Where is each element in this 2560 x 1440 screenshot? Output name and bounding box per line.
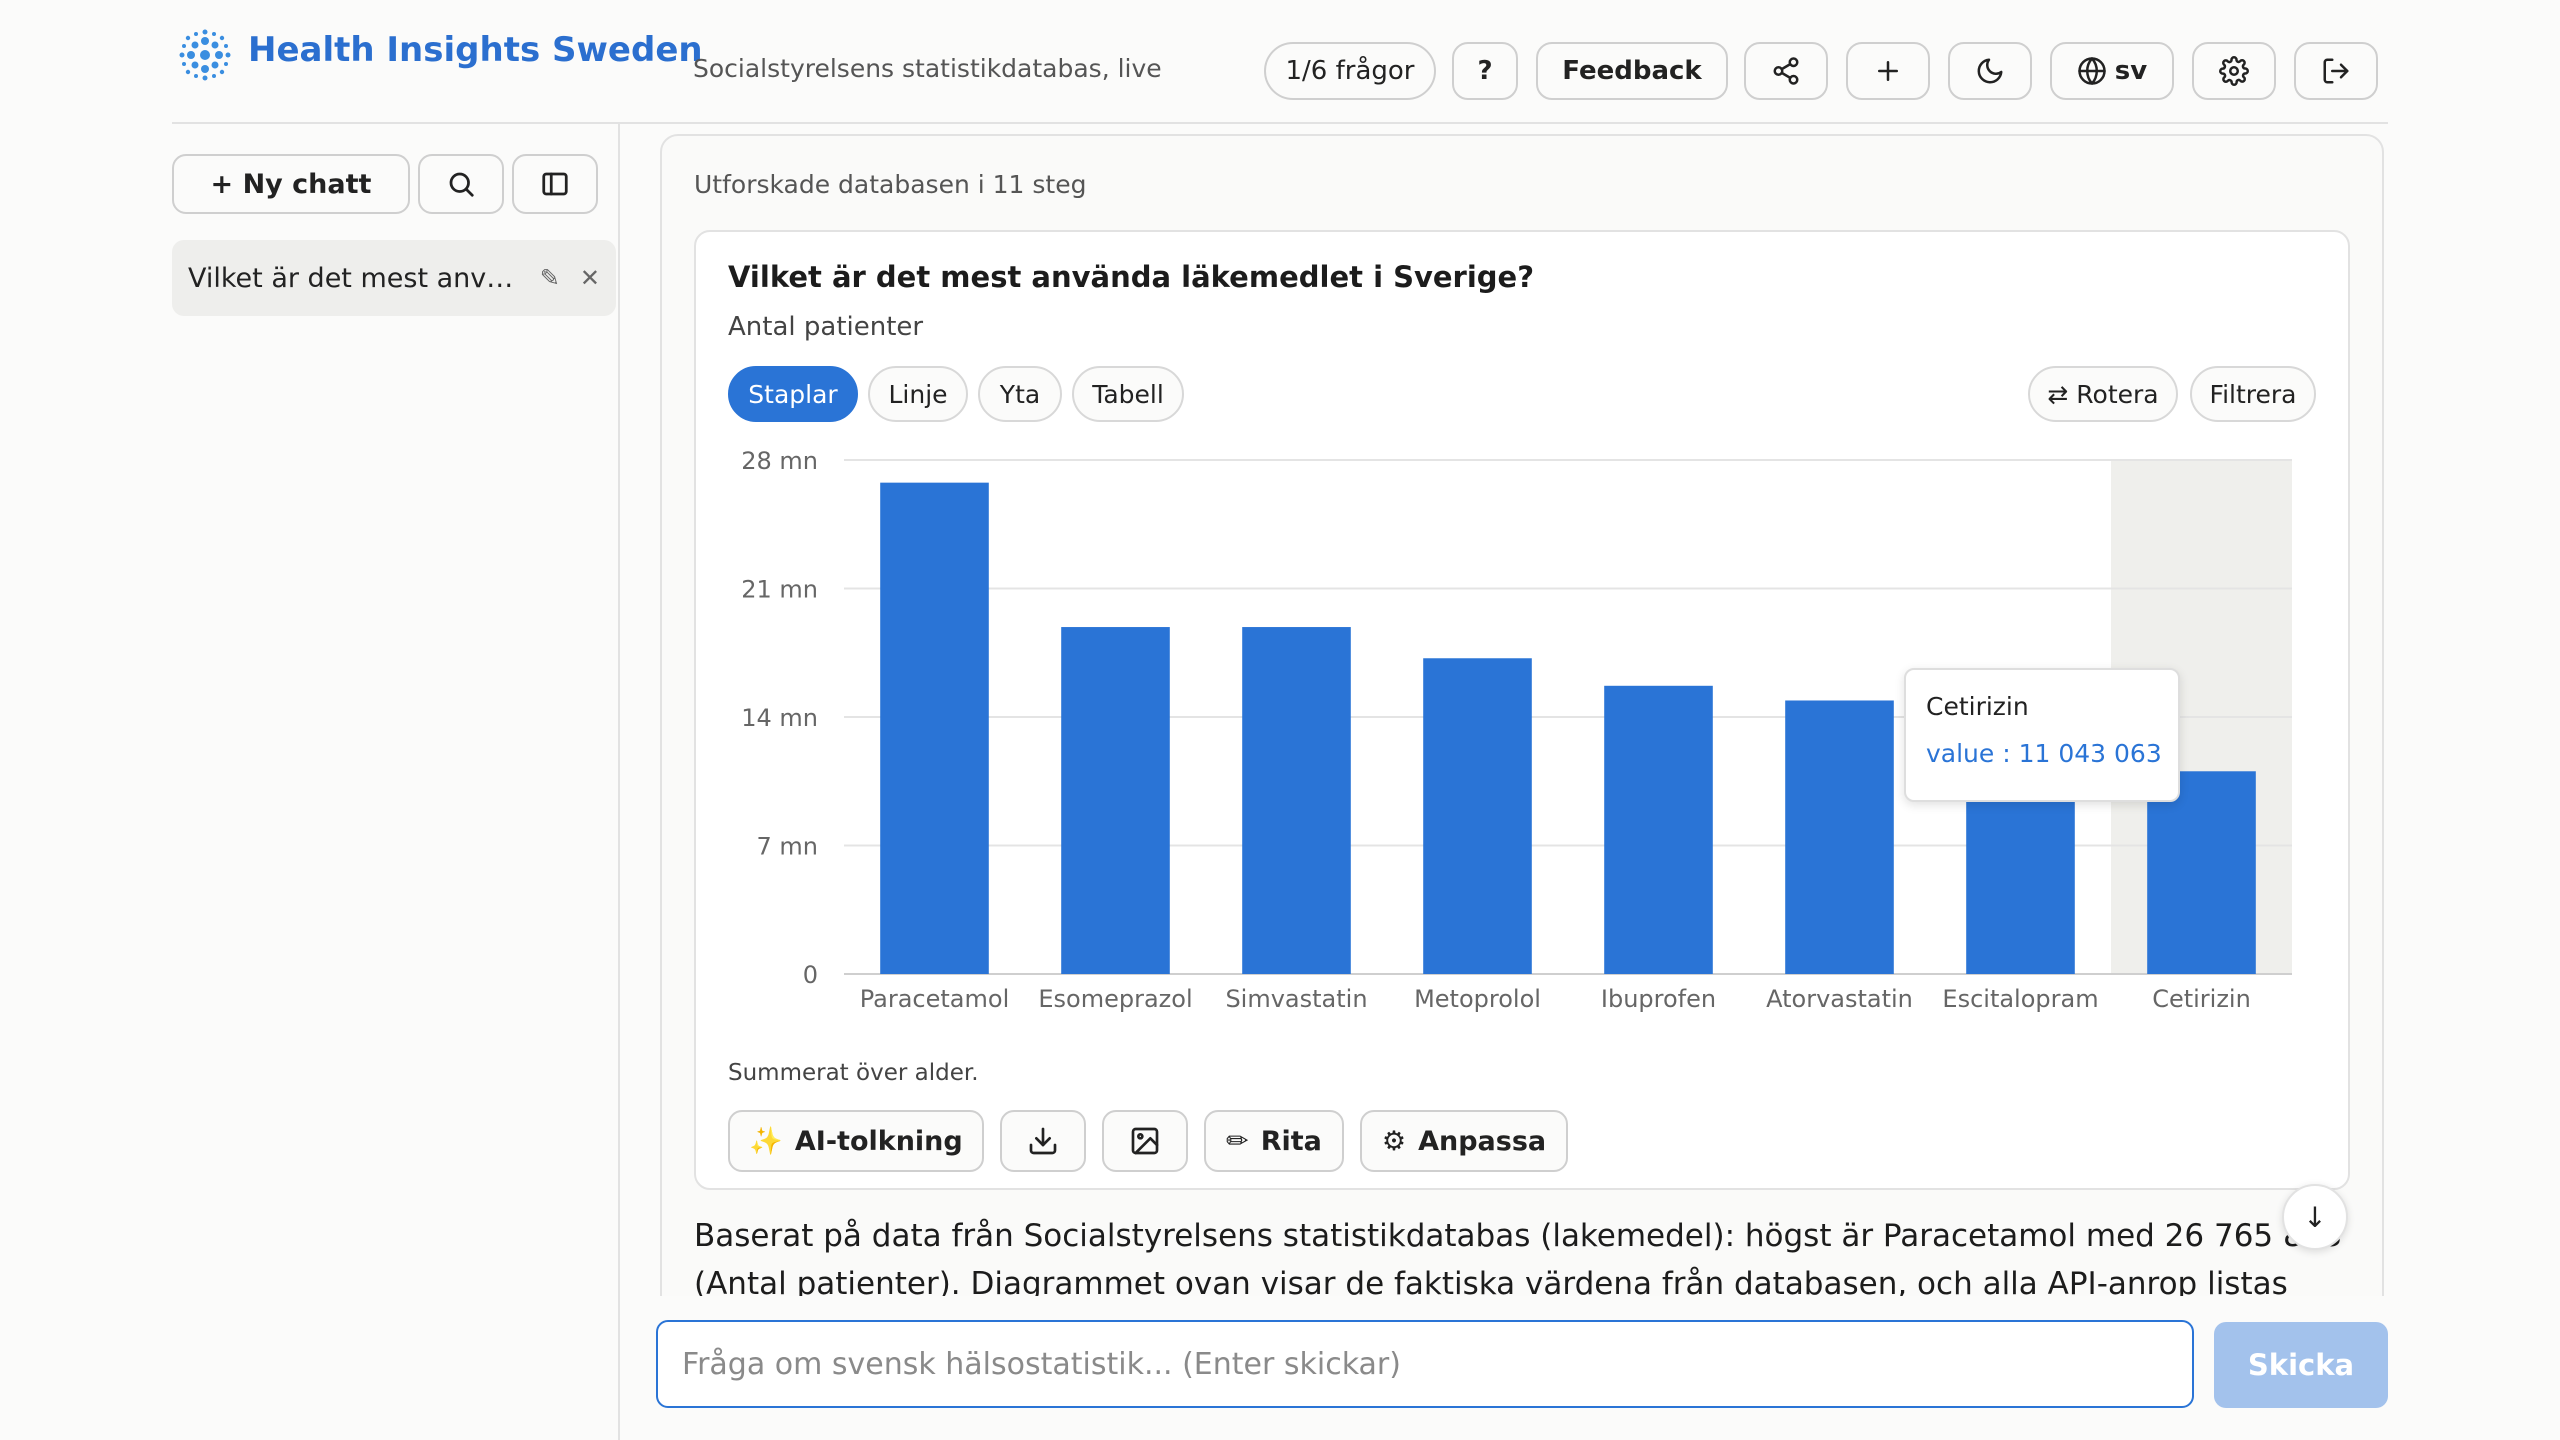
x-tick-label: Simvastatin <box>1225 985 1367 1013</box>
send-button[interactable]: Skicka <box>2214 1322 2388 1408</box>
tooltip-category: Cetirizin <box>1926 692 2029 721</box>
x-tick-label: Escitalopram <box>1942 985 2098 1013</box>
answer-text: Baserat på data från Socialstyrelsens st… <box>694 1218 2342 1300</box>
add-button[interactable] <box>1846 42 1930 100</box>
x-tick-label: Atorvastatin <box>1766 985 1913 1013</box>
share-button[interactable] <box>1744 42 1828 100</box>
arrow-down-icon: ↓ <box>2303 1200 2327 1234</box>
explored-steps-label[interactable]: Utforskade databasen i 11 steg <box>694 170 1086 199</box>
download-button[interactable] <box>1000 1110 1086 1172</box>
language-button[interactable]: sv <box>2050 42 2174 100</box>
brand-name[interactable]: Health Insights Sweden <box>248 30 703 70</box>
help-button[interactable]: ? <box>1452 42 1518 100</box>
brand-logo-icon <box>178 28 232 82</box>
sidebar-divider <box>618 122 620 1440</box>
y-tick-label: 14 mn <box>741 704 818 732</box>
customize-label: Anpassa <box>1418 1125 1547 1157</box>
summed-note: Summerat över alder. <box>728 1060 979 1086</box>
image-icon <box>1131 1127 1159 1155</box>
language-label: sv <box>2114 56 2148 86</box>
sidebar-panel-icon <box>542 172 568 196</box>
search-button[interactable] <box>418 154 504 214</box>
share-icon <box>1773 57 1799 85</box>
bar-esomeprazol[interactable] <box>1061 627 1170 974</box>
bar-atorvastatin[interactable] <box>1785 700 1894 974</box>
bar-ibuprofen[interactable] <box>1604 685 1713 974</box>
ai-interpretation-label: AI-tolkning <box>794 1125 963 1157</box>
tooltip-value: value : 11 043 063 <box>1926 739 2162 768</box>
x-tick-label: Paracetamol <box>860 985 1009 1013</box>
chat-history-title: Vilket är det mest använda läkemedlet i … <box>188 262 520 294</box>
pencil-icon: ✏ <box>1226 1125 1249 1157</box>
chart-title: Vilket är det mest använda läkemedlet i … <box>728 260 1535 294</box>
toggle-sidebar-button[interactable] <box>512 154 598 214</box>
rotate-button[interactable]: ⇄ Rotera <box>2028 366 2178 422</box>
x-tick-label: Metoprolol <box>1414 985 1541 1013</box>
x-tick-label: Ibuprofen <box>1601 985 1716 1013</box>
bar-metoprolol[interactable] <box>1423 658 1532 974</box>
edit-pencil-icon[interactable]: ✎ <box>540 264 560 292</box>
search-icon <box>449 172 474 197</box>
tab-line[interactable]: Linje <box>868 366 968 422</box>
draw-button[interactable]: ✏ Rita <box>1204 1110 1344 1172</box>
new-chat-button[interactable]: + Ny chatt <box>172 154 410 214</box>
dark-mode-toggle[interactable] <box>1948 42 2032 100</box>
bar-simvastatin[interactable] <box>1242 627 1351 974</box>
y-tick-label: 0 <box>803 961 818 989</box>
download-icon <box>1029 1127 1057 1155</box>
export-image-button[interactable] <box>1102 1110 1188 1172</box>
question-counter-button[interactable]: 1/6 frågor <box>1264 42 1436 100</box>
bar-paracetamol[interactable] <box>880 482 989 974</box>
plus-icon <box>1878 61 1898 81</box>
x-tick-label: Esomeprazol <box>1038 985 1192 1013</box>
brand-subtitle: Socialstyrelsens statistikdatabas, live <box>693 54 1162 83</box>
sparkles-icon: ✨ <box>749 1126 783 1157</box>
logout-icon <box>2323 58 2349 84</box>
header-divider <box>172 122 2388 124</box>
chart-measure-label: Antal patienter <box>728 312 924 342</box>
gear-icon <box>2219 56 2249 86</box>
y-tick-label: 21 mn <box>741 576 818 604</box>
chart-tooltip: Cetirizin value : 11 043 063 <box>1904 668 2180 802</box>
tab-area[interactable]: Yta <box>978 366 1062 422</box>
chat-history-item[interactable]: Vilket är det mest använda läkemedlet i … <box>172 240 616 316</box>
ai-interpretation-button[interactable]: ✨ AI-tolkning <box>728 1110 984 1172</box>
logout-button[interactable] <box>2294 42 2378 100</box>
draw-label: Rita <box>1260 1125 1322 1157</box>
globe-icon <box>2078 57 2106 85</box>
x-tick-label: Cetirizin <box>2152 985 2251 1013</box>
settings-button[interactable] <box>2192 42 2276 100</box>
delete-close-icon[interactable]: ✕ <box>580 264 600 292</box>
y-tick-label: 28 mn <box>741 447 818 475</box>
customize-button[interactable]: ⚙ Anpassa <box>1360 1110 1568 1172</box>
filter-button[interactable]: Filtrera <box>2190 366 2316 422</box>
gear-small-icon: ⚙ <box>1381 1125 1407 1157</box>
tab-bars[interactable]: Staplar <box>728 366 858 422</box>
feedback-button[interactable]: Feedback <box>1536 42 1728 100</box>
tab-table[interactable]: Tabell <box>1072 366 1184 422</box>
moon-icon <box>1977 58 2003 84</box>
question-input[interactable] <box>656 1320 2194 1408</box>
y-tick-label: 7 mn <box>757 833 819 861</box>
scroll-down-button[interactable]: ↓ <box>2282 1184 2348 1250</box>
